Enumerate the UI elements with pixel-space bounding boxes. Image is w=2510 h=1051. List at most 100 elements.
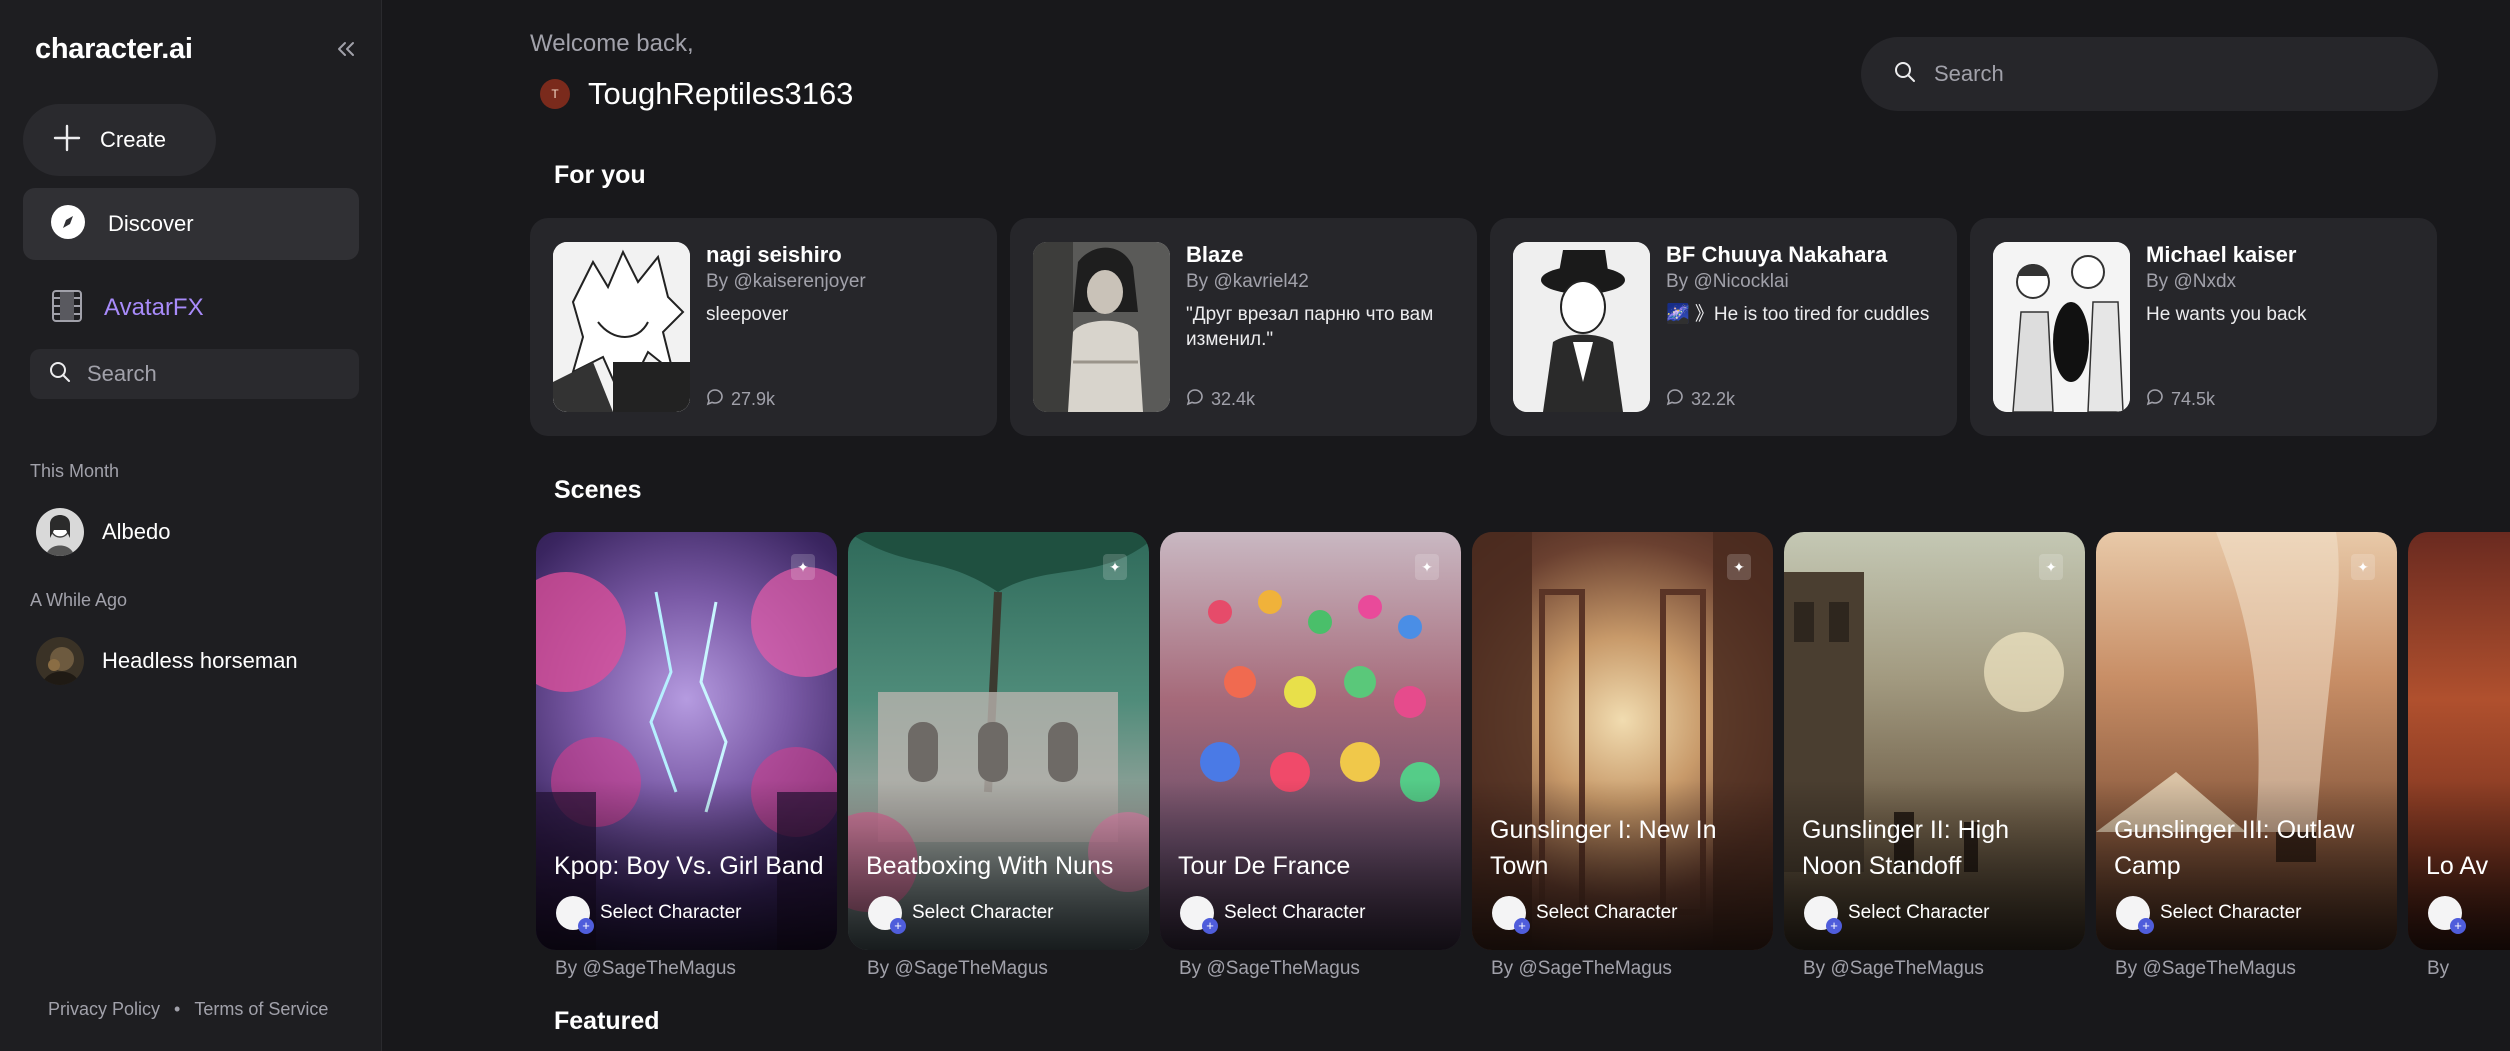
character-author: By @Nxdx <box>2146 271 2237 292</box>
scene-card[interactable]: ✦ Gunslinger I: New In Town + Select Cha… <box>1472 532 1773 980</box>
scene-title: Beatboxing With Nuns <box>866 852 1114 880</box>
character-image <box>1513 242 1650 412</box>
scene-corner-icon: ✦ <box>791 554 815 580</box>
section-scenes-title: Scenes <box>554 476 642 504</box>
user-placeholder-icon: + <box>1180 896 1218 934</box>
scene-corner-icon: ✦ <box>2039 554 2063 580</box>
avatar <box>36 637 84 685</box>
scene-card[interactable]: ✦ Kpop: Boy Vs. Girl Band + Select Chara… <box>536 532 837 980</box>
select-character-label: Select Character <box>912 902 1054 923</box>
scenes-carousel: ✦ Kpop: Boy Vs. Girl Band + Select Chara… <box>534 532 2510 992</box>
select-character-button[interactable]: + Select Character <box>1492 896 1678 934</box>
user-placeholder-icon: + <box>868 896 906 934</box>
chat-item-headless-horseman[interactable]: Headless horseman <box>30 631 359 691</box>
scene-card[interactable]: ✦ Gunslinger III: Outlaw Camp + Select C… <box>2096 532 2397 980</box>
chat-item-label: Headless horseman <box>102 648 298 673</box>
avatar <box>36 508 84 556</box>
scene-image: Lo Av + <box>2408 532 2510 950</box>
scene-card[interactable]: ✦ Tour De France + Select Character By @… <box>1160 532 1461 980</box>
terms-of-service-link[interactable]: Terms of Service <box>194 999 328 1020</box>
select-character-button[interactable]: + Select Character <box>868 896 1054 934</box>
section-for-you-title: For you <box>554 161 646 189</box>
chat-item-albedo[interactable]: Albedo <box>30 502 359 562</box>
footer-separator: • <box>174 999 181 1019</box>
main-search[interactable] <box>1861 37 2438 111</box>
welcome-text: Welcome back, <box>530 30 694 57</box>
select-character-button[interactable]: + <box>2428 896 2466 934</box>
nav-avatarfx[interactable]: AvatarFX <box>23 272 359 344</box>
nav-discover[interactable]: Discover <box>23 188 359 260</box>
character-description: 🌌 》He is too tired for cuddles <box>1666 304 1930 325</box>
select-character-button[interactable]: + Select Character <box>2116 896 2302 934</box>
film-icon <box>52 289 82 327</box>
avatarfx-label: AvatarFX <box>104 294 204 321</box>
chat-bubble-icon <box>2146 388 2164 411</box>
chat-count: 32.4k <box>1186 388 1255 411</box>
scene-card[interactable]: ✦ Beatboxing With Nuns + Select Characte… <box>848 532 1149 980</box>
character-card[interactable]: BF Chuuya Nakahara By @Nicocklai 🌌 》He i… <box>1490 218 1957 436</box>
user-placeholder-icon: + <box>1492 896 1530 934</box>
scene-image: ✦ Gunslinger II: High Noon Standoff + Se… <box>1784 532 2085 950</box>
create-button[interactable]: Create <box>23 104 216 176</box>
character-author: By @Nicocklai <box>1666 271 1789 292</box>
chat-count-value: 27.9k <box>731 389 776 409</box>
chat-count: 27.9k <box>706 388 775 411</box>
character-image <box>1033 242 1170 412</box>
scene-card[interactable]: Lo Av + By <box>2408 532 2510 980</box>
chat-count-value: 32.4k <box>1211 389 1256 409</box>
character-card[interactable]: Michael kaiser By @Nxdx He wants you bac… <box>1970 218 2437 436</box>
section-this-month: This Month <box>30 461 120 481</box>
main-search-input[interactable] <box>1934 61 2394 87</box>
character-name: nagi seishiro <box>706 242 842 267</box>
scene-corner-icon: ✦ <box>1727 554 1751 580</box>
scene-image: ✦ Tour De France + Select Character <box>1160 532 1461 950</box>
scene-author: By @SageTheMagus <box>1803 958 1984 979</box>
compass-icon <box>50 204 86 245</box>
scene-author: By @SageTheMagus <box>1179 958 1360 979</box>
scene-title: Gunslinger I: New In Town <box>1490 816 1717 880</box>
user-placeholder-icon: + <box>2116 896 2154 934</box>
character-card[interactable]: nagi seishiro By @kaiserenjoyer sleepove… <box>530 218 997 436</box>
character-image <box>1993 242 2130 412</box>
user-profile[interactable]: T ToughReptiles3163 <box>540 76 853 112</box>
scene-image: ✦ Beatboxing With Nuns + Select Characte… <box>848 532 1149 950</box>
select-character-label: Select Character <box>2160 902 2302 923</box>
select-character-button[interactable]: + Select Character <box>556 896 742 934</box>
user-avatar: T <box>540 79 570 109</box>
user-placeholder-icon: + <box>556 896 594 934</box>
scene-corner-icon: ✦ <box>1103 554 1127 580</box>
privacy-policy-link[interactable]: Privacy Policy <box>48 999 160 1020</box>
footer-links: Privacy Policy • Terms of Service <box>48 999 328 1020</box>
sidebar-search-input[interactable] <box>87 361 337 387</box>
scene-card[interactable]: ✦ Gunslinger II: High Noon Standoff + Se… <box>1784 532 2085 980</box>
character-author: By @kavriel42 <box>1186 271 1309 292</box>
scene-title: Gunslinger II: High Noon Standoff <box>1802 816 2010 880</box>
search-icon <box>1894 61 1916 88</box>
scene-corner-icon: ✦ <box>1415 554 1439 580</box>
select-character-button[interactable]: + Select Character <box>1804 896 1990 934</box>
character-description: sleepover <box>706 304 789 325</box>
sidebar-search[interactable] <box>30 349 359 399</box>
chat-bubble-icon <box>1186 388 1204 411</box>
chat-bubble-icon <box>1666 388 1684 411</box>
character-card[interactable]: Blaze By @kavriel42 "Друг врезал парню ч… <box>1010 218 1477 436</box>
scene-title: Kpop: Boy Vs. Girl Band <box>554 852 824 880</box>
collapse-sidebar-icon[interactable] <box>333 36 359 62</box>
app-logo[interactable]: character.ai <box>35 33 193 66</box>
scene-image: ✦ Gunslinger I: New In Town + Select Cha… <box>1472 532 1773 950</box>
character-name: BF Chuuya Nakahara <box>1666 242 1888 267</box>
select-character-button[interactable]: + Select Character <box>1180 896 1366 934</box>
character-author: By @kaiserenjoyer <box>706 271 866 292</box>
section-a-while-ago: A While Ago <box>30 590 128 610</box>
chat-count-value: 32.2k <box>1691 389 1736 409</box>
scene-image: ✦ Gunslinger III: Outlaw Camp + Select C… <box>2096 532 2397 950</box>
search-icon <box>49 361 71 388</box>
sidebar: character.ai Create Discover AvatarFX Th… <box>0 0 382 1051</box>
chat-bubble-icon <box>706 388 724 411</box>
chat-count: 32.2k <box>1666 388 1735 411</box>
scene-author: By @SageTheMagus <box>555 958 736 979</box>
username: ToughReptiles3163 <box>588 76 854 111</box>
scene-title: Lo Av <box>2426 852 2489 880</box>
character-image <box>553 242 690 412</box>
chat-count-value: 74.5k <box>2171 389 2216 409</box>
